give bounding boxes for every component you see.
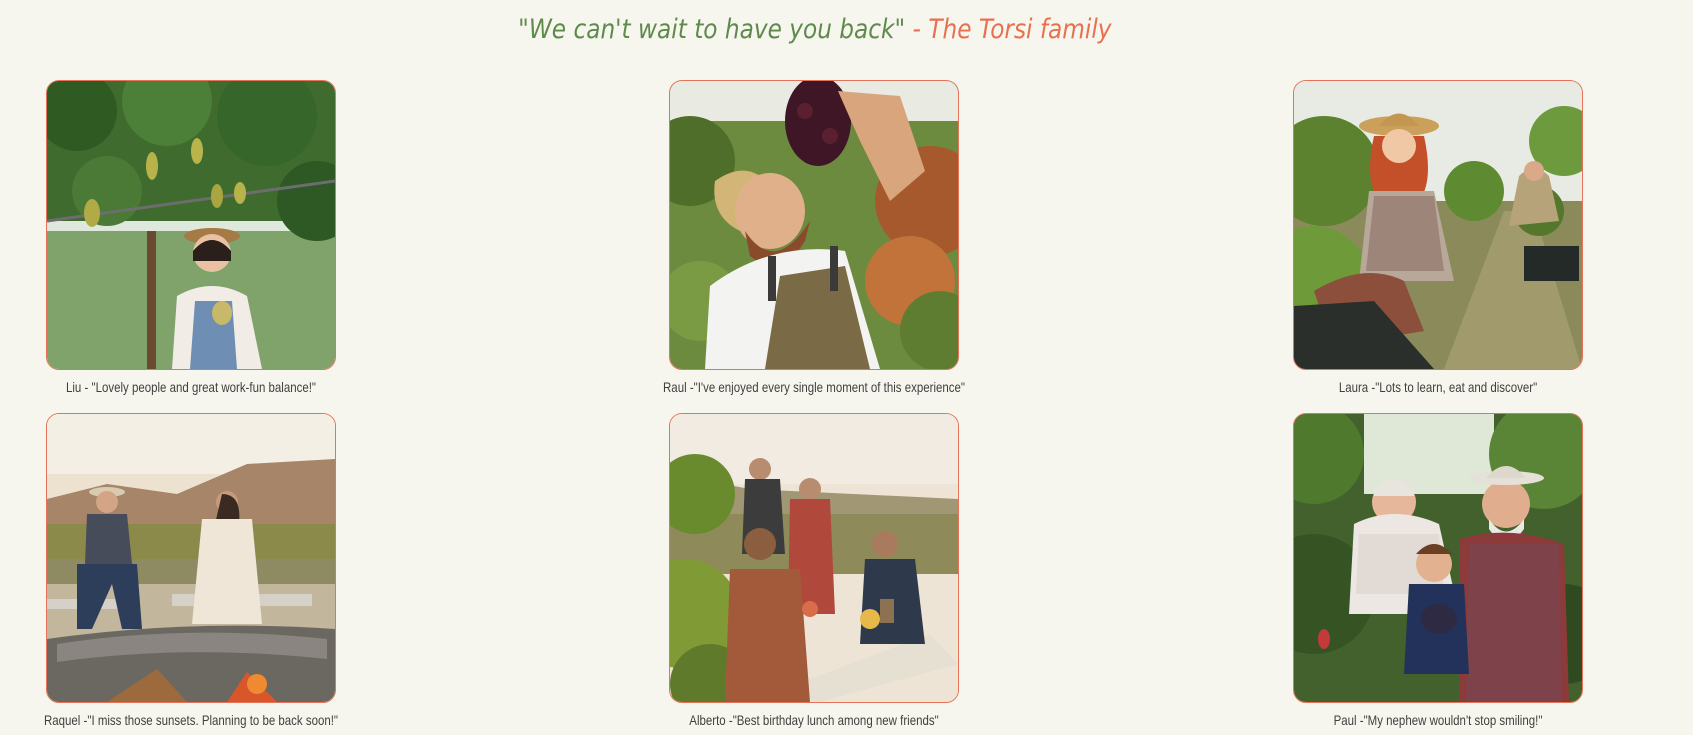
women-at-sunset-firepit-photo — [46, 413, 336, 703]
testimonial-caption: Alberto -"Best birthday lunch among new … — [689, 712, 939, 728]
testimonial-card-paul: Paul -"My nephew wouldn't stop smiling!" — [1293, 413, 1583, 728]
woman-harvesting-grapes-photo — [1293, 80, 1583, 370]
man-eating-grapes-photo — [669, 80, 959, 370]
headline-author: The Torsi family — [928, 14, 1112, 45]
testimonial-caption: Liu - "Lovely people and great work-fun … — [65, 379, 317, 395]
testimonial-card-alberto: Alberto -"Best birthday lunch among new … — [669, 413, 959, 728]
testimonial-caption: Laura -"Lots to learn, eat and discover" — [1338, 379, 1538, 395]
testimonial-card-raquel: Raquel -"I miss those sunsets. Planning … — [44, 413, 338, 728]
headline-separator: - — [905, 14, 929, 45]
testimonials-headline: "We can't wait to have you back" - The T… — [114, 12, 1516, 48]
testimonials-page: "We can't wait to have you back" - The T… — [0, 0, 1693, 735]
family-picking-grapes-photo — [1293, 413, 1583, 703]
testimonial-caption: Raquel -"I miss those sunsets. Planning … — [43, 712, 339, 728]
testimonial-caption: Paul -"My nephew wouldn't stop smiling!" — [1333, 712, 1543, 728]
friends-toasting-outdoor-lunch-photo — [669, 413, 959, 703]
testimonial-card-raul: Raul -"I've enjoyed every single moment … — [663, 80, 965, 395]
testimonial-caption: Raul -"I've enjoyed every single moment … — [663, 379, 965, 395]
testimonial-card-laura: Laura -"Lots to learn, eat and discover" — [1293, 80, 1583, 395]
headline-quote: "We can't wait to have you back" — [518, 14, 906, 45]
woman-under-grape-vines-photo — [46, 80, 336, 370]
testimonial-card-liu: Liu - "Lovely people and great work-fun … — [46, 80, 336, 395]
